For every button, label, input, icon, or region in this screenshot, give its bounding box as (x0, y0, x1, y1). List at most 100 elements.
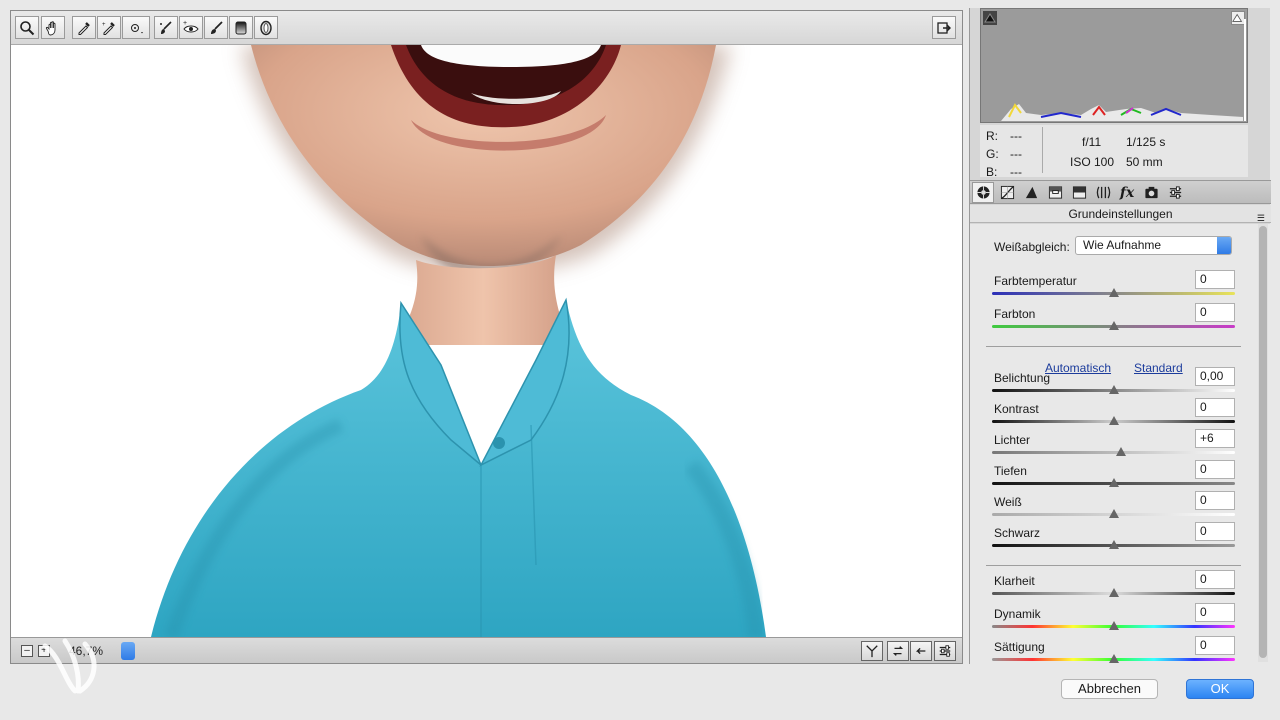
green-label: G: (986, 147, 999, 161)
copy-arrow-icon (915, 647, 926, 655)
slider-value-field[interactable]: 0 (1195, 491, 1235, 510)
slider-track[interactable] (992, 451, 1235, 454)
slider-label: Farbton (994, 307, 1036, 321)
ok-button[interactable]: OK (1186, 679, 1254, 699)
target-adjust-tool[interactable] (122, 16, 150, 39)
red-eye-tool[interactable]: + (179, 16, 203, 39)
adjustment-brush-icon (211, 20, 223, 34)
svg-text:+: + (183, 20, 187, 27)
aperture-icon (976, 186, 990, 199)
white-balance-tool[interactable] (72, 16, 96, 39)
color-sampler-icon: + (102, 22, 115, 35)
tab-split-toning[interactable] (1068, 182, 1090, 203)
scrollbar-thumb[interactable] (1259, 226, 1267, 658)
slider-thumb[interactable] (1109, 540, 1119, 549)
tab-presets[interactable] (1164, 182, 1186, 203)
tab-tone-curve[interactable] (996, 182, 1018, 203)
slider-label: Farbtemperatur (994, 274, 1077, 288)
slider-value-field[interactable]: 0,00 (1195, 367, 1235, 386)
panel-scrollbar[interactable] (1258, 224, 1268, 662)
before-after-y-icon (866, 645, 878, 658)
slider-thumb[interactable] (1109, 416, 1119, 425)
slider-schwarz: Schwarz 0 (992, 522, 1240, 556)
slider-thumb[interactable] (1109, 385, 1119, 394)
slider-thumb[interactable] (1116, 447, 1126, 456)
photo-canvas[interactable] (11, 45, 962, 637)
sliders-icon (939, 645, 951, 657)
camera-icon (1144, 186, 1158, 199)
slider-dynamik: Dynamik 0 (992, 603, 1240, 637)
swap-settings-button[interactable] (887, 641, 909, 661)
tab-camera-calibration[interactable] (1140, 182, 1162, 203)
slider-farbton: Farbton 0 (992, 303, 1240, 337)
slider-thumb[interactable] (1109, 509, 1119, 518)
slider-thumb[interactable] (1109, 478, 1119, 487)
tab-detail[interactable] (1020, 182, 1042, 203)
divider (986, 346, 1241, 347)
slider-thumb[interactable] (1109, 588, 1119, 597)
target-adjust-icon (131, 23, 143, 33)
slider-thumb[interactable] (1109, 288, 1119, 297)
color-sampler-tool[interactable]: + (97, 16, 121, 39)
slider-label: Lichter (994, 433, 1031, 447)
iso: ISO 100 (1070, 155, 1115, 169)
spot-removal-tool[interactable] (154, 16, 178, 39)
graduated-filter-icon (235, 21, 247, 34)
zoom-out-button[interactable]: – (21, 645, 33, 657)
svg-text:+: + (102, 22, 106, 28)
focal-length: 50 mm (1126, 155, 1163, 169)
preview-mode-button[interactable] (861, 641, 883, 661)
white-balance-value: Wie Aufnahme (1083, 238, 1162, 252)
tab-effects[interactable]: fx (1116, 182, 1138, 203)
slider-weiß: Weiß 0 (992, 491, 1240, 525)
green-value: --- (1010, 147, 1022, 161)
info-divider (1042, 127, 1043, 173)
section-title: Grundeinstellungen (1068, 207, 1173, 221)
slider-value-field[interactable]: 0 (1195, 570, 1235, 589)
zoom-level-stepper[interactable] (121, 642, 135, 660)
slider-lichter: Lichter +6 (992, 429, 1240, 463)
slider-thumb[interactable] (1109, 654, 1119, 663)
slider-value-field[interactable]: 0 (1195, 398, 1235, 417)
slider-klarheit: Klarheit 0 (992, 570, 1240, 604)
fx-icon: fx (1119, 184, 1135, 201)
cancel-button[interactable]: Abbrechen (1061, 679, 1158, 699)
slider-value-field[interactable]: 0 (1195, 636, 1235, 655)
graduated-filter-tool[interactable] (229, 16, 253, 39)
tab-basic[interactable] (972, 182, 994, 203)
hsl-icon (1048, 186, 1062, 199)
white-balance-select[interactable]: Wie Aufnahme (1075, 236, 1232, 255)
blue-label: B: (986, 165, 998, 179)
slider-thumb[interactable] (1109, 321, 1119, 330)
open-preferences-button[interactable] (932, 16, 956, 39)
slider-value-field[interactable]: 0 (1195, 603, 1235, 622)
tab-lens-corrections[interactable] (1092, 182, 1114, 203)
zoom-tool[interactable] (15, 16, 39, 39)
slider-value-field[interactable]: +6 (1195, 429, 1235, 448)
toggle-settings-button[interactable] (934, 641, 956, 661)
slider-tiefen: Tiefen 0 (992, 460, 1240, 494)
slider-value-field[interactable]: 0 (1195, 303, 1235, 322)
radial-filter-tool[interactable] (254, 16, 278, 39)
slider-value-field[interactable]: 0 (1195, 270, 1235, 289)
image-viewer: + + – + 46,7% (10, 10, 963, 664)
slider-farbtemperatur: Farbtemperatur 0 (992, 270, 1240, 304)
copy-settings-button[interactable] (910, 641, 932, 661)
hand-tool[interactable] (41, 16, 65, 39)
slider-label: Kontrast (994, 402, 1039, 416)
tone-curve-icon (1000, 185, 1014, 200)
lens-icon (1096, 186, 1110, 199)
minus-icon: – (24, 645, 30, 656)
section-header: Grundeinstellungen ☰ (970, 205, 1271, 223)
adjustment-brush-tool[interactable] (204, 16, 228, 39)
slider-value-field[interactable]: 0 (1195, 522, 1235, 541)
slider-label: Tiefen (994, 464, 1027, 478)
radial-filter-icon (260, 20, 272, 35)
presets-sliders-icon (1169, 186, 1181, 199)
divider (986, 565, 1241, 566)
slider-label: Belichtung (994, 371, 1051, 385)
slider-thumb[interactable] (1109, 621, 1119, 630)
slider-kontrast: Kontrast 0 (992, 398, 1240, 432)
slider-value-field[interactable]: 0 (1195, 460, 1235, 479)
tab-hsl[interactable] (1044, 182, 1066, 203)
